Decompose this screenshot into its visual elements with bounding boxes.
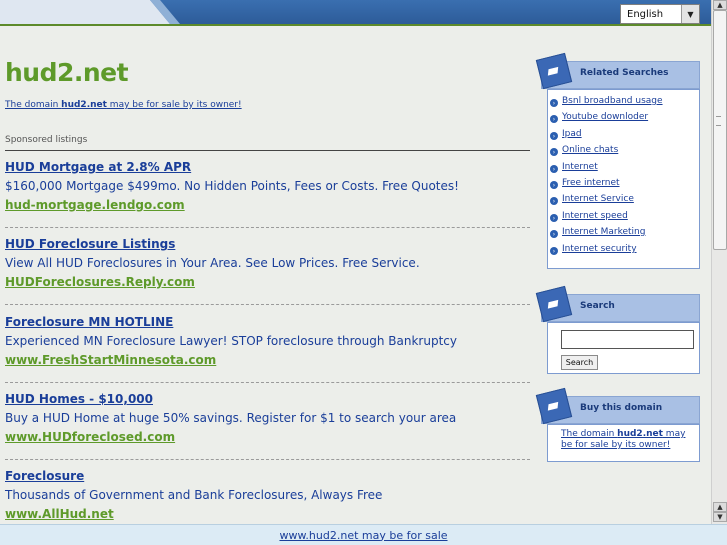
search-input[interactable] [561, 330, 694, 349]
related-searches-list: › Bsnl broadband usage › Youtube downlod… [547, 89, 700, 269]
arrow-bullet-icon: › [550, 214, 558, 222]
related-search-link[interactable]: Internet speed [562, 211, 628, 225]
scroll-up-button-lower[interactable]: ▲ [713, 502, 727, 512]
search-button[interactable]: Search [561, 355, 598, 370]
header-green-line [0, 24, 711, 26]
arrow-bullet-icon: › [550, 99, 558, 107]
listing-item: HUD Homes - $10,000 Buy a HUD Home at hu… [5, 392, 530, 448]
listing-title-link[interactable]: Foreclosure [5, 469, 530, 487]
header-decoration [0, 0, 180, 24]
related-searches-header: Related Searches [535, 52, 700, 90]
search-box-title: Search [580, 301, 615, 311]
buy-domain-box: The domain hud2.net may be for sale by i… [547, 424, 700, 462]
arrow-bullet-icon: › [550, 132, 558, 140]
listing-url-link[interactable]: www.FreshStartMinnesota.com [5, 353, 530, 371]
listing-divider [5, 227, 530, 228]
buy-domain-title: Buy this domain [580, 403, 663, 413]
arrow-bullet-icon: › [550, 148, 558, 156]
language-select[interactable]: English ▼ [620, 4, 700, 24]
listing-title-link[interactable]: HUD Mortgage at 2.8% APR [5, 160, 530, 178]
arrow-bullet-icon: › [550, 197, 558, 205]
buy-domain-header: Buy this domain [535, 387, 700, 425]
related-search-link[interactable]: Internet Service [562, 194, 634, 208]
listing-item: Foreclosure MN HOTLINE Experienced MN Fo… [5, 315, 530, 371]
listing-title-link[interactable]: HUD Homes - $10,000 [5, 392, 530, 410]
listing-title-link[interactable]: HUD Foreclosure Listings [5, 237, 530, 255]
listing-description: Thousands of Government and Bank Foreclo… [5, 488, 383, 502]
scroll-up-button[interactable]: ▲ [713, 0, 727, 10]
related-search-link[interactable]: Online chats [562, 145, 618, 159]
related-searches-title: Related Searches [580, 68, 669, 78]
arrow-bullet-icon: › [550, 115, 558, 123]
related-search-link[interactable]: Free internet [562, 178, 620, 192]
listing-url-link[interactable]: hud-mortgage.lendgo.com [5, 198, 530, 216]
arrow-bullet-icon: › [550, 247, 558, 255]
listing-item: HUD Mortgage at 2.8% APR $160,000 Mortga… [5, 160, 530, 216]
buy-domain-link[interactable]: The domain hud2.net may be for sale by i… [561, 429, 696, 451]
listing-description: View All HUD Foreclosures in Your Area. … [5, 256, 420, 270]
listing-url-link[interactable]: HUDForeclosures.Reply.com [5, 275, 530, 293]
footer-sale-link[interactable]: www.hud2.net may be for sale [279, 529, 447, 542]
sponsored-label: Sponsored listings [5, 135, 88, 145]
listing-divider [5, 382, 530, 383]
language-select-value: English [627, 9, 664, 20]
related-search-link[interactable]: Internet Marketing [562, 227, 645, 241]
related-search-link[interactable]: Internet security [562, 244, 637, 258]
arrow-bullet-icon: › [550, 230, 558, 238]
scroll-thumb[interactable] [713, 10, 727, 250]
related-search-link[interactable]: Internet [562, 162, 598, 176]
listing-description: $160,000 Mortgage $499mo. No Hidden Poin… [5, 179, 459, 193]
arrow-bullet-icon: › [550, 181, 558, 189]
listing-divider [5, 459, 530, 460]
listing-description: Buy a HUD Home at huge 50% savings. Regi… [5, 411, 457, 425]
top-header-bar: English ▼ [0, 0, 711, 26]
related-search-link[interactable]: Youtube downloder [562, 112, 648, 126]
listing-divider [5, 304, 530, 305]
folder-tab-icon [535, 387, 573, 425]
scroll-down-button[interactable]: ▼ [713, 512, 727, 522]
listing-description: Experienced MN Foreclosure Lawyer! STOP … [5, 334, 457, 348]
listing-url-link[interactable]: www.HUDforeclosed.com [5, 430, 530, 448]
sale-notice-link[interactable]: The domain hud2.net may be for sale by i… [5, 100, 242, 110]
search-box-header: Search [535, 285, 700, 323]
arrow-bullet-icon: › [550, 165, 558, 173]
footer-bar: www.hud2.net may be for sale [0, 524, 727, 545]
related-search-link[interactable]: Ipad [562, 129, 582, 143]
vertical-scrollbar[interactable]: ▲ ▲ ▼ [711, 0, 727, 524]
folder-tab-icon [535, 285, 573, 323]
sponsored-divider [5, 150, 530, 151]
scroll-grip-icon [716, 116, 721, 126]
listing-item: Foreclosure Thousands of Government and … [5, 469, 530, 525]
search-box: Search [547, 322, 700, 374]
site-title: hud2.net [5, 58, 129, 87]
listing-url-link[interactable]: www.AllHud.net [5, 507, 530, 525]
related-search-link[interactable]: Bsnl broadband usage [562, 96, 663, 110]
folder-tab-icon [535, 52, 573, 90]
chevron-down-icon[interactable]: ▼ [681, 5, 699, 23]
listing-title-link[interactable]: Foreclosure MN HOTLINE [5, 315, 530, 333]
listing-item: HUD Foreclosure Listings View All HUD Fo… [5, 237, 530, 293]
